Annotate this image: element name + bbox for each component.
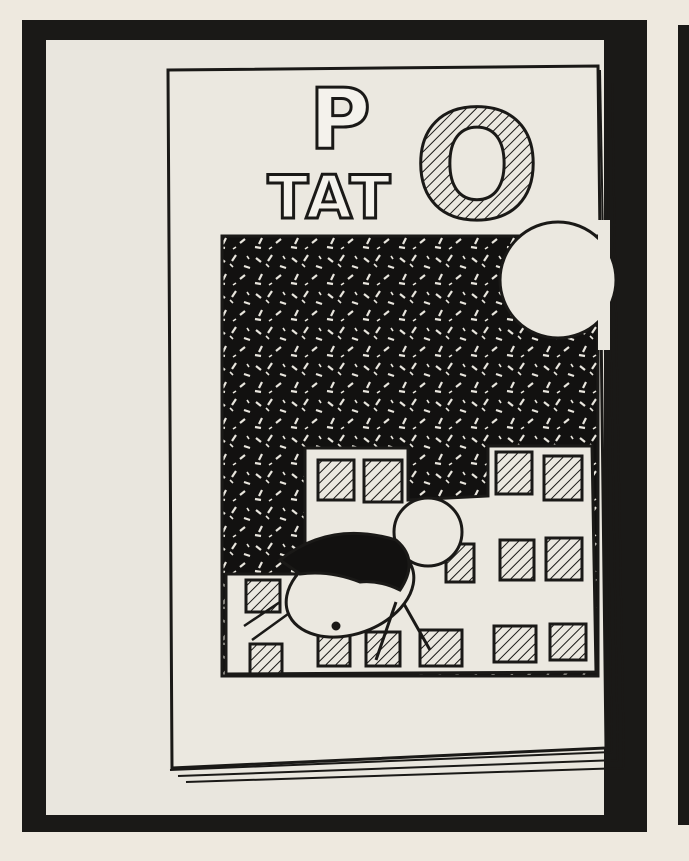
title-letter-o: O [413, 80, 541, 254]
cover-illustration [220, 220, 618, 678]
title-letter-p: P [309, 70, 371, 168]
moon-mask [598, 220, 610, 350]
comic-panel-sketch: P TAT O [0, 0, 689, 861]
sketch-page: P TAT O [0, 0, 689, 861]
next-panel-edge [678, 25, 689, 825]
title-letters-tat: TAT [268, 163, 393, 233]
